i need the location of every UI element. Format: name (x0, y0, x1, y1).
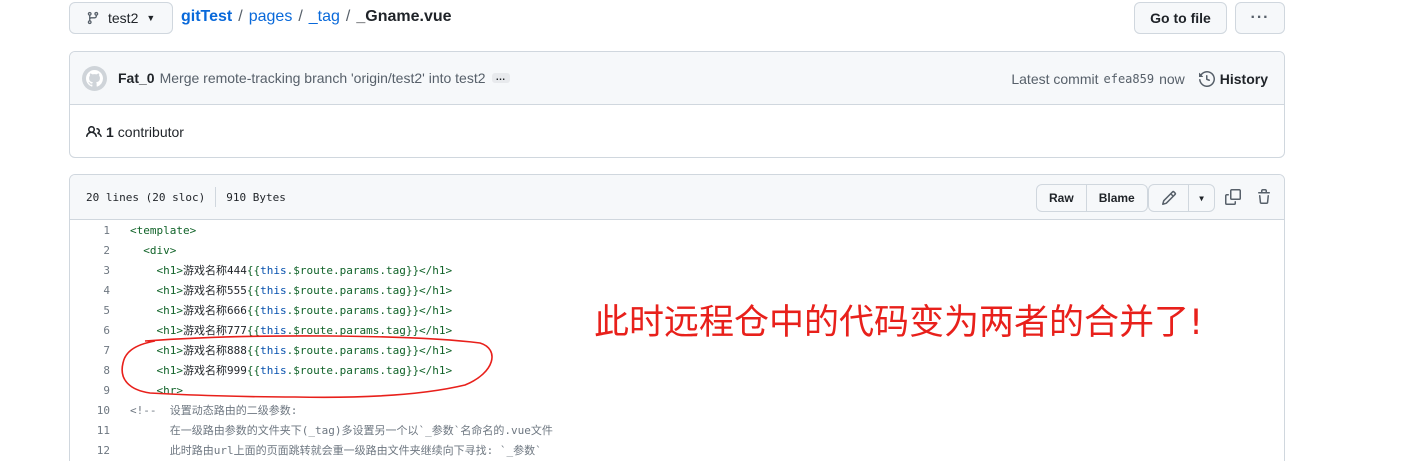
code-line: 2 <div> (70, 240, 1284, 260)
breadcrumb-repo-link[interactable]: gitTest (181, 8, 232, 26)
breadcrumb: gitTest / pages / _tag / _Gname.vue (181, 8, 452, 26)
line-number[interactable]: 10 (70, 404, 110, 417)
code-token: .$route.params.tag}}</h1> (286, 264, 453, 277)
go-to-file-button[interactable]: Go to file (1134, 2, 1227, 34)
breadcrumb-pages-link[interactable]: pages (249, 8, 293, 26)
code-token: this (260, 264, 287, 277)
branch-select-button[interactable]: test2 ▼ (69, 2, 173, 34)
contributor-label[interactable]: contributor (118, 124, 184, 140)
line-number[interactable]: 11 (70, 424, 110, 437)
code-token: {{ (246, 304, 261, 317)
file-size: 910 Bytes (226, 190, 286, 204)
code-token: <h1> (130, 304, 183, 317)
line-source: <template> (110, 224, 196, 237)
code-token: .$route.params.tag}}</h1> (286, 304, 453, 317)
contributors-row: 1 contributor (70, 105, 1284, 157)
breadcrumb-separator: / (298, 8, 303, 25)
latest-commit-row: Fat_0 Merge remote-tracking branch 'orig… (70, 52, 1284, 105)
code-token: this (260, 304, 287, 317)
file-lines-info: 20 lines (20 sloc) (86, 190, 206, 204)
code-token: 在一级路由参数的文件夹下(_tag)多设置另一个以`_参数`名命名的.vue文件 (130, 424, 553, 437)
line-number[interactable]: 1 (70, 224, 110, 237)
header-divider (215, 187, 217, 207)
top-bar: test2 ▼ gitTest / pages / _tag / _Gname.… (69, 2, 1285, 34)
red-circle-annotation (121, 335, 493, 399)
branch-name: test2 (108, 10, 139, 26)
contributor-count[interactable]: 1 (106, 124, 114, 140)
latest-commit-label: Latest commit (1011, 70, 1099, 87)
line-source: <h1>游戏名称444{{this.$route.params.tag}}</h… (110, 262, 452, 278)
line-source: <div> (110, 244, 176, 257)
code-token: 游戏名称444 (182, 264, 247, 277)
history-icon (1198, 70, 1215, 87)
line-number[interactable]: 6 (70, 324, 110, 337)
line-number[interactable]: 12 (70, 444, 110, 457)
raw-blame-group: Raw Blame (1036, 184, 1148, 212)
history-label: History (1219, 70, 1268, 87)
line-number[interactable]: 8 (70, 364, 110, 377)
pencil-icon (1161, 190, 1176, 206)
edit-dropdown-button[interactable]: ▼ (1189, 185, 1214, 211)
line-number[interactable]: 9 (70, 384, 110, 397)
code-token: <h1> (130, 264, 183, 277)
commit-box: Fat_0 Merge remote-tracking branch 'orig… (69, 51, 1285, 158)
code-line: 11 在一级路由参数的文件夹下(_tag)多设置另一个以`_参数`名命名的.vu… (70, 420, 1284, 440)
history-link[interactable]: History (1198, 70, 1268, 87)
breadcrumb-separator: / (345, 8, 351, 25)
git-branch-icon (87, 11, 99, 25)
code-token: 游戏名称555 (182, 284, 247, 297)
caret-down-icon: ▼ (1199, 193, 1204, 203)
commit-time: now (1159, 70, 1185, 87)
commit-author-link[interactable]: Fat_0 (118, 70, 155, 86)
github-mark-icon (86, 69, 103, 87)
file-header: 20 lines (20 sloc) 910 Bytes Raw Blame ▼ (70, 175, 1284, 220)
code-token: 游戏名称666 (182, 304, 247, 317)
line-source: 在一级路由参数的文件夹下(_tag)多设置另一个以`_参数`名命名的.vue文件 (110, 422, 553, 438)
annotation-text: 此时远程仓中的代码变为两者的合并了! (594, 303, 1204, 343)
code-token: {{ (246, 284, 261, 297)
line-number[interactable]: 2 (70, 244, 110, 257)
caret-down-icon: ▼ (146, 13, 156, 23)
code-token: {{ (246, 264, 261, 277)
copy-icon[interactable] (1225, 189, 1241, 205)
line-number[interactable]: 3 (70, 264, 110, 277)
trash-icon[interactable] (1256, 189, 1272, 205)
edit-file-button[interactable] (1149, 185, 1189, 211)
line-number[interactable]: 5 (70, 304, 110, 317)
commit-sha-link[interactable]: efea859 (1104, 72, 1155, 86)
code-line: 12 此时路由url上面的页面跳转就会重一级路由文件夹继续向下寻找: `_参数` (70, 440, 1284, 460)
code-token: <div> (130, 243, 177, 257)
code-line: 3 <h1>游戏名称444{{this.$route.params.tag}}<… (70, 260, 1284, 280)
line-number[interactable]: 7 (70, 344, 110, 357)
edit-button-group: ▼ (1148, 184, 1215, 212)
commit-message-link[interactable]: Merge remote-tracking branch 'origin/tes… (160, 70, 486, 86)
more-options-button[interactable]: ··· (1235, 2, 1285, 34)
code-token: this (260, 284, 287, 297)
line-source: <h1>游戏名称555{{this.$route.params.tag}}</h… (110, 282, 452, 298)
commit-meta: Latest commit efea859 now History (1011, 52, 1268, 105)
breadcrumb-separator: / (238, 8, 243, 25)
code-token: .$route.params.tag}}</h1> (286, 284, 453, 297)
breadcrumb-tag-link[interactable]: _tag (309, 8, 340, 26)
line-source: <h1>游戏名称666{{this.$route.params.tag}}</h… (110, 302, 452, 318)
code-token: <template> (130, 223, 197, 237)
breadcrumb-file-name: _Gname.vue (356, 8, 452, 25)
raw-button[interactable]: Raw (1037, 185, 1087, 211)
people-icon (86, 125, 102, 137)
blame-button[interactable]: Blame (1087, 185, 1147, 211)
expand-commit-message-button[interactable]: … (491, 73, 510, 83)
line-source: 此时路由url上面的页面跳转就会重一级路由文件夹继续向下寻找: `_参数` (110, 442, 542, 458)
code-token: 此时路由url上面的页面跳转就会重一级路由文件夹继续向下寻找: `_参数` (130, 444, 542, 457)
avatar[interactable] (82, 65, 107, 91)
code-token: <h1> (130, 284, 183, 297)
code-line: 1 <template> (70, 220, 1284, 240)
line-number[interactable]: 4 (70, 284, 110, 297)
